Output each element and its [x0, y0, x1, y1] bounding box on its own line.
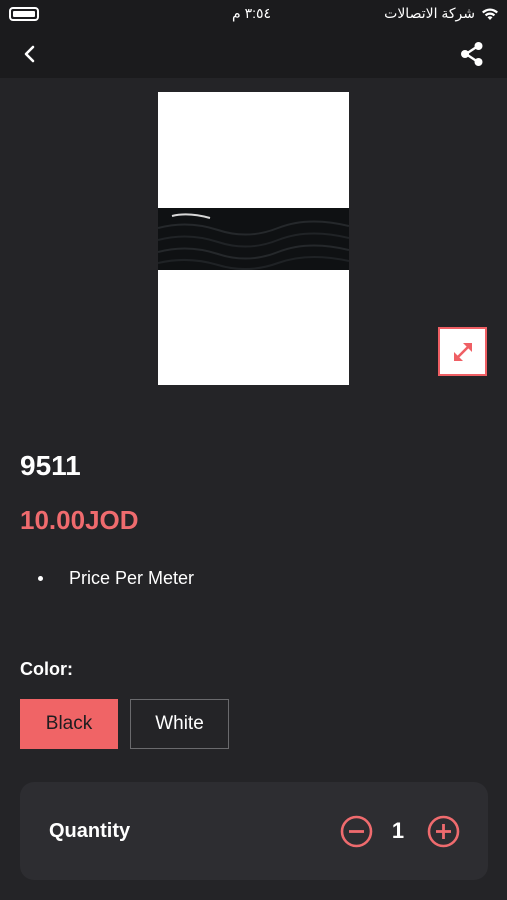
battery-icon — [9, 7, 39, 21]
product-price: 10.00JOD — [20, 505, 139, 535]
nav-bar — [0, 30, 507, 78]
back-button[interactable] — [16, 40, 44, 68]
quantity-value: 1 — [391, 818, 405, 843]
color-label: Color: — [20, 659, 73, 679]
product-image[interactable] — [158, 92, 349, 385]
feature-item: Price Per Meter — [38, 568, 194, 589]
share-icon — [461, 42, 483, 66]
bullet-icon — [38, 576, 43, 581]
expand-arrows-icon — [453, 342, 472, 361]
share-button[interactable] — [457, 39, 487, 69]
tile-pattern-band — [158, 208, 349, 270]
status-bar: ٣:٥٤ م شركة الاتصالات — [0, 0, 507, 30]
product-title: 9511 — [20, 450, 81, 481]
chevron-left-icon — [24, 45, 35, 63]
expand-image-button[interactable] — [438, 327, 487, 376]
decrement-button[interactable] — [340, 815, 373, 848]
plus-circle-icon — [427, 815, 460, 848]
feature-text: Price Per Meter — [69, 568, 195, 588]
quantity-label: Quantity — [49, 820, 131, 842]
status-time: ٣:٥٤ م — [232, 5, 272, 21]
carrier-info: شركة الاتصالات — [384, 5, 499, 22]
color-option-white[interactable]: White — [130, 699, 229, 749]
quantity-panel: Quantity 1 — [20, 782, 488, 880]
wifi-icon — [482, 8, 498, 20]
color-option-label: White — [155, 713, 204, 734]
color-option-black[interactable]: Black — [20, 699, 118, 749]
carrier-name: شركة الاتصالات — [384, 5, 475, 21]
color-option-label: Black — [45, 713, 93, 734]
minus-circle-icon — [340, 815, 373, 848]
increment-button[interactable] — [427, 815, 460, 848]
